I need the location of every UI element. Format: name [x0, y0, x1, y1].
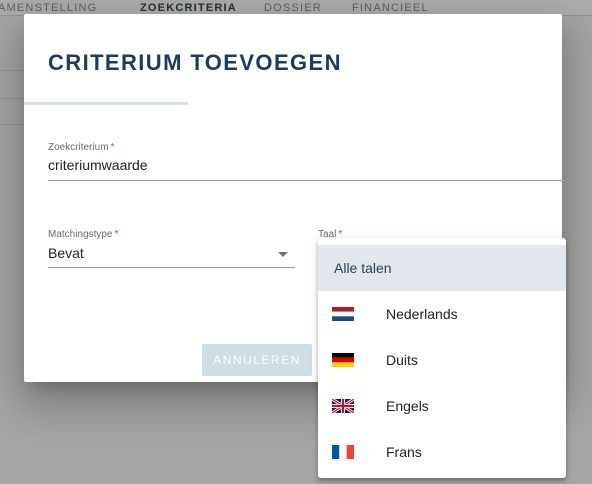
language-option-duits[interactable]: Duits [318, 337, 566, 383]
zoekcriterium-underline [48, 180, 566, 181]
matchingstype-label: Matchingstype * [48, 229, 118, 240]
language-option-label: Duits [386, 352, 418, 368]
cancel-button[interactable]: ANNULEREN [202, 344, 312, 376]
language-dropdown-panel: Alle talen Nederlands Duits Engels Frans [318, 238, 566, 478]
required-marker: * [110, 142, 115, 153]
zoekcriterium-label-text: Zoekcriterium [48, 142, 109, 153]
nl-flag-icon [332, 307, 354, 321]
chevron-down-icon[interactable] [278, 252, 288, 257]
language-option-label: Frans [386, 444, 422, 460]
title-underline [24, 102, 188, 105]
required-marker: * [114, 229, 119, 240]
matchingstype-underline [48, 267, 295, 268]
matchingstype-label-text: Matchingstype [48, 229, 113, 240]
language-option-frans[interactable]: Frans [318, 429, 566, 475]
language-option-label: Nederlands [386, 306, 458, 322]
language-option-label: Alle talen [334, 260, 392, 276]
language-option-nederlands[interactable]: Nederlands [318, 291, 566, 337]
zoekcriterium-input[interactable]: criteriumwaarde [48, 157, 148, 173]
uk-flag-icon [332, 399, 354, 413]
zoekcriterium-label: Zoekcriterium * [48, 142, 114, 153]
language-option-all[interactable]: Alle talen [318, 245, 566, 291]
dialog-title: CRITERIUM TOEVOEGEN [48, 50, 342, 75]
language-option-label: Engels [386, 398, 429, 414]
fr-flag-icon [332, 445, 354, 459]
language-option-engels[interactable]: Engels [318, 383, 566, 429]
de-flag-icon [332, 353, 354, 367]
matchingstype-select[interactable]: Bevat [48, 245, 84, 261]
